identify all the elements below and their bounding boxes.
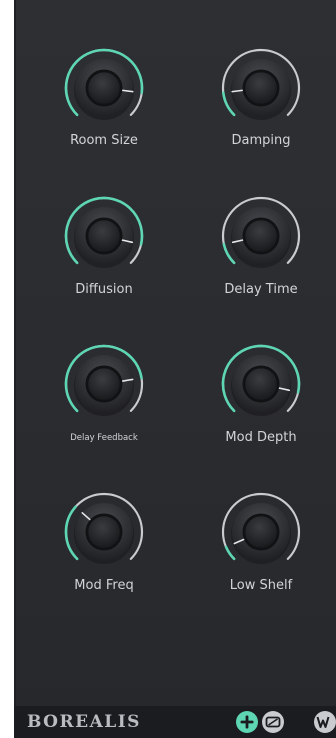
knob-graphic [221, 196, 301, 268]
delay-time-label: Delay Time [224, 282, 298, 297]
delay-feedback-knob[interactable] [59, 339, 149, 429]
delay-feedback-label: Delay Feedback [70, 433, 138, 443]
room-size-knob[interactable] [59, 43, 149, 133]
diffusion-knob[interactable] [59, 191, 149, 281]
preset-icon[interactable] [262, 711, 284, 733]
knob-graphic [221, 344, 301, 416]
knob-graphic [221, 48, 301, 120]
mod-depth-knob[interactable] [216, 339, 306, 429]
add-icon[interactable] [236, 711, 258, 733]
mod-freq-knob[interactable] [59, 487, 149, 577]
knob-cap [88, 72, 120, 104]
low-shelf-knob[interactable] [216, 487, 306, 577]
knob-graphic [64, 48, 144, 120]
knob-cap [245, 516, 277, 548]
control-panel: Room Size Damping Diffusion Delay Time D… [14, 0, 336, 738]
knob-graphic [64, 344, 144, 416]
diffusion-label: Diffusion [75, 282, 133, 297]
knob-graphic [221, 492, 301, 564]
knob-graphic [64, 196, 144, 268]
mod-freq-label: Mod Freq [74, 578, 134, 593]
knob-graphic [64, 492, 144, 564]
room-size-label: Room Size [70, 133, 138, 148]
knob-cap [245, 368, 277, 400]
knob-cap [88, 220, 120, 252]
knob-cap [88, 516, 120, 548]
knob-cap [245, 72, 277, 104]
brand-logo: BOREALIS [27, 712, 141, 732]
footer-bar: BOREALIS [14, 706, 336, 738]
damping-label: Damping [231, 133, 291, 148]
w-icon[interactable] [314, 711, 336, 733]
knob-cap [88, 368, 120, 400]
panel-edge [14, 0, 16, 738]
knob-value-arc [224, 545, 236, 561]
delay-time-knob[interactable] [216, 191, 306, 281]
damping-knob[interactable] [216, 43, 306, 133]
knob-cap [245, 220, 277, 252]
low-shelf-label: Low Shelf [229, 578, 293, 593]
plugin-window: Room Size Damping Diffusion Delay Time D… [0, 0, 336, 738]
mod-depth-label: Mod Depth [225, 430, 297, 445]
